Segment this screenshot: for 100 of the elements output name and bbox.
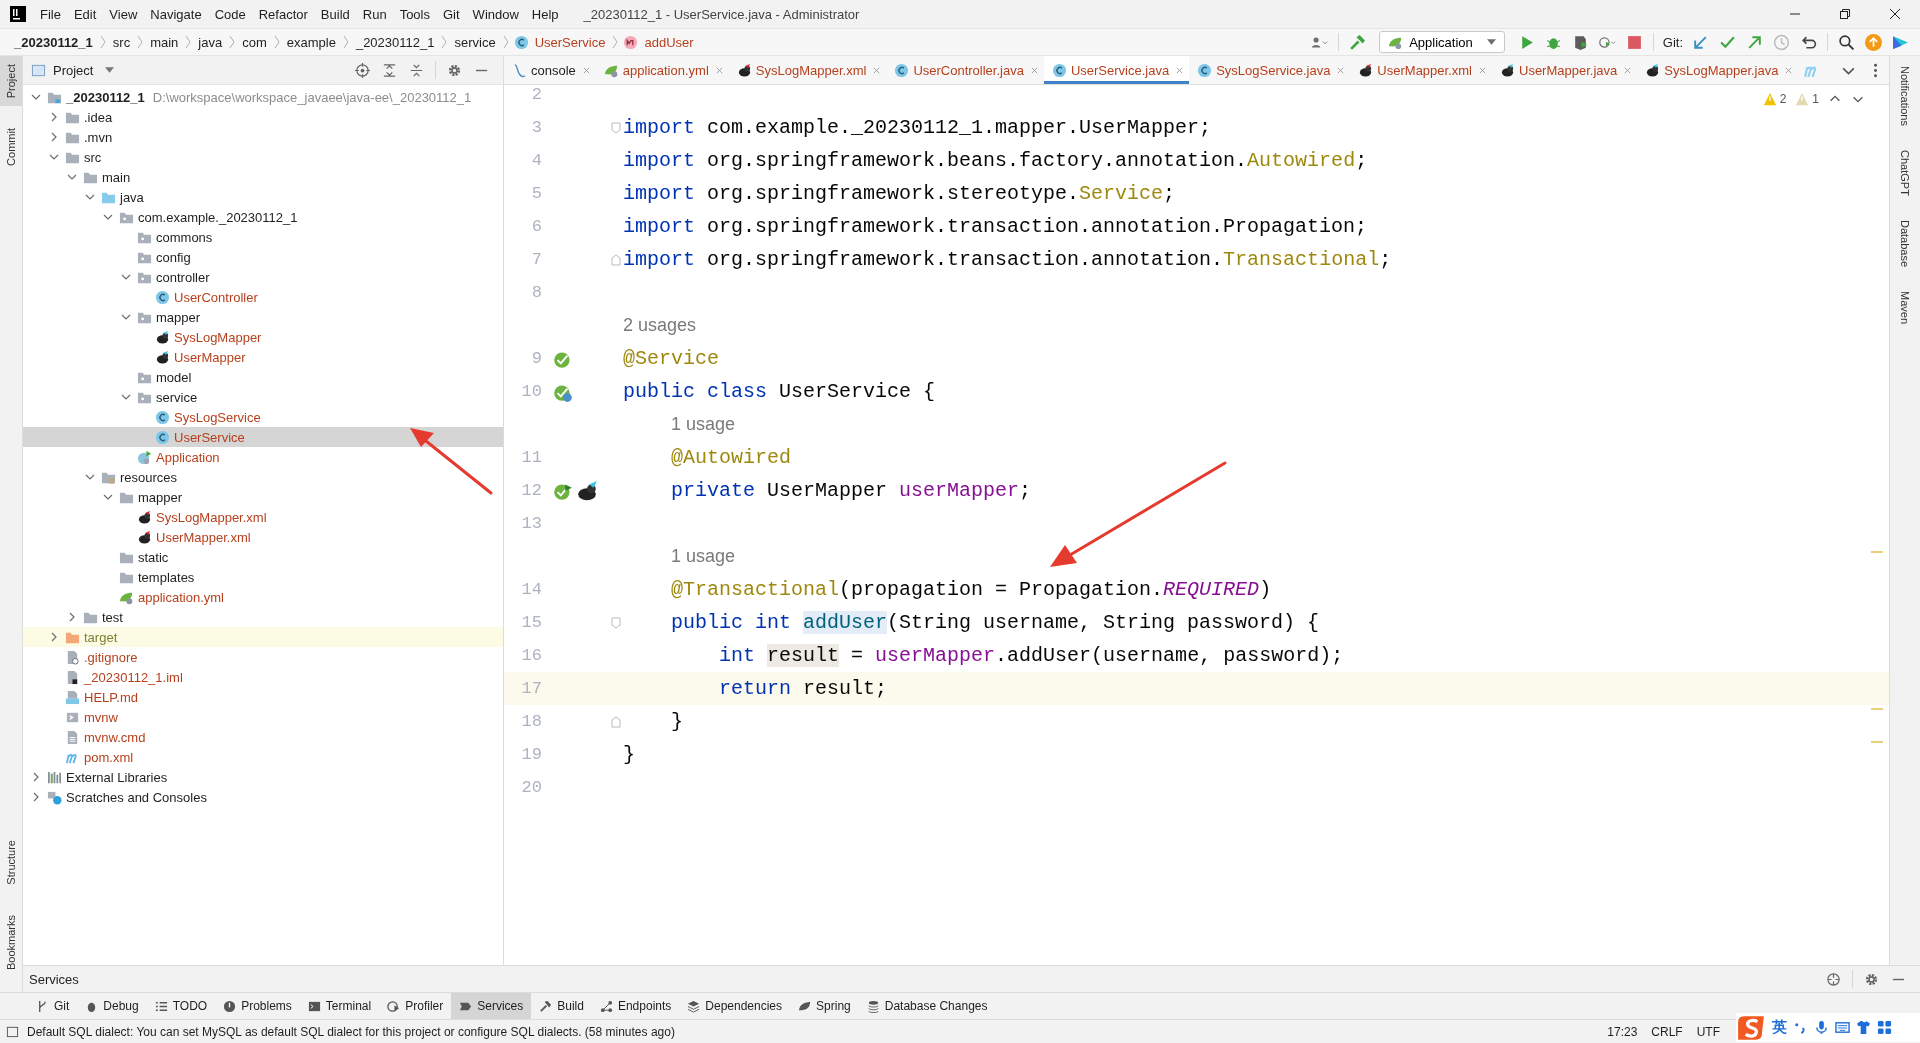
editor-tab[interactable]: SysLogService.java: [1189, 56, 1351, 84]
shirt-icon[interactable]: [1856, 1020, 1871, 1035]
microphone-icon[interactable]: [1814, 1020, 1829, 1035]
tool-window-tab[interactable]: Debug: [77, 993, 147, 1019]
tree-item[interactable]: _20230112_1.iml: [23, 667, 503, 687]
status-message[interactable]: Default SQL dialect: You can set MySQL as default SQL dialect for this project or configure SQL dialects. (58 minutes ago): [27, 1024, 675, 1039]
tool-window-tab[interactable]: Profiler: [379, 993, 452, 1019]
tool-window-tab[interactable]: Spring: [790, 993, 859, 1019]
tree-item[interactable]: Application: [23, 447, 503, 467]
fold-start-icon[interactable]: [610, 121, 621, 134]
file-encoding[interactable]: UTF: [1696, 1024, 1720, 1039]
tree-item[interactable]: java: [23, 187, 503, 207]
tool-window-button[interactable]: Notifications: [1899, 66, 1911, 128]
menu-item[interactable]: Run: [362, 6, 387, 22]
editor-tab[interactable]: console: [504, 56, 596, 84]
hammer-icon[interactable]: [1349, 33, 1367, 51]
tree-item[interactable]: HELP.md: [23, 687, 503, 707]
tree-item[interactable]: .idea: [23, 107, 503, 127]
editor-tab[interactable]: UserService.java: [1043, 56, 1190, 84]
panel-title[interactable]: Project: [53, 62, 94, 78]
tree-item[interactable]: .mvn: [23, 127, 503, 147]
keyboard-icon[interactable]: [1835, 1020, 1850, 1035]
tree-item[interactable]: controller: [23, 267, 503, 287]
tool-window-tab[interactable]: Endpoints: [591, 993, 680, 1019]
breadcrumb[interactable]: UserService: [534, 34, 606, 50]
tree-item[interactable]: UserMapper: [23, 347, 503, 367]
menu-item[interactable]: Window: [472, 6, 519, 22]
tree-item[interactable]: src: [23, 147, 503, 167]
chevron-down-icon[interactable]: [31, 92, 41, 102]
chevron-down-icon[interactable]: [121, 272, 131, 282]
tree-item[interactable]: pom.xml: [23, 747, 503, 767]
breadcrumb[interactable]: main: [150, 34, 179, 50]
grid-icon[interactable]: [1877, 1020, 1892, 1035]
menu-item[interactable]: Tools: [399, 6, 430, 22]
tool-window-button[interactable]: Commit: [0, 120, 22, 175]
tree-item[interactable]: UserMapper.xml: [23, 527, 503, 547]
tool-window-button[interactable]: Bookmarks: [0, 906, 22, 978]
weak-warning-count[interactable]: 1: [1812, 92, 1819, 106]
tool-window-button[interactable]: Maven: [1899, 290, 1911, 326]
chevron-down-icon[interactable]: [49, 152, 59, 162]
editor-tab[interactable]: application.yml: [595, 56, 729, 84]
chevron-down-icon[interactable]: [121, 392, 131, 402]
tree-item[interactable]: mvnw: [23, 707, 503, 727]
ime-language[interactable]: 英: [1772, 1018, 1787, 1037]
tool-window-tab[interactable]: Services: [451, 993, 532, 1019]
breadcrumb[interactable]: service: [454, 34, 496, 50]
toolbox-logo-icon[interactable]: [1892, 33, 1909, 51]
window-icon[interactable]: [6, 1025, 19, 1038]
tree-item[interactable]: model: [23, 367, 503, 387]
caret-icon[interactable]: [105, 67, 115, 73]
punctuation-icon[interactable]: [1793, 1020, 1808, 1035]
tree-item[interactable]: Scratches and Consoles: [23, 787, 503, 807]
expand-all-icon[interactable]: [382, 62, 397, 78]
tree-item[interactable]: application.yml: [23, 587, 503, 607]
tree-item[interactable]: test: [23, 607, 503, 627]
menu-item[interactable]: Refactor: [258, 6, 308, 22]
breadcrumb[interactable]: _20230112_1: [14, 34, 93, 50]
chevron-right-icon[interactable]: [49, 632, 59, 642]
menu-item[interactable]: View: [109, 6, 138, 22]
editor-tab[interactable]: SysLogMapper.java: [1637, 56, 1799, 84]
tree-item[interactable]: SysLogMapper.xml: [23, 507, 503, 527]
tree-item[interactable]: mapper: [23, 307, 503, 327]
tree-item[interactable]: static: [23, 547, 503, 567]
editor-tab[interactable]: SysLogMapper.xml: [728, 56, 887, 84]
usages-hint[interactable]: 2 usages: [623, 309, 697, 342]
tree-item[interactable]: UserService: [23, 427, 503, 447]
tree-item[interactable]: SysLogMapper: [23, 327, 503, 347]
tool-window-button[interactable]: Structure: [0, 832, 22, 893]
run-configuration-dropdown[interactable]: Application: [1379, 31, 1505, 53]
tool-window-button[interactable]: Database: [1899, 219, 1911, 269]
chevron-down-icon[interactable]: [85, 192, 95, 202]
tree-item[interactable]: target: [23, 627, 503, 647]
breadcrumb[interactable]: example: [286, 34, 336, 50]
usages-hint[interactable]: 1 usage: [671, 408, 736, 441]
stop-icon[interactable]: [1625, 33, 1643, 51]
tool-window-tab[interactable]: Terminal: [299, 993, 380, 1019]
tree-item[interactable]: com.example._20230112_1: [23, 207, 503, 227]
tree-item[interactable]: mapper: [23, 487, 503, 507]
locate-icon[interactable]: [1826, 971, 1841, 987]
tree-item[interactable]: main: [23, 167, 503, 187]
locate-icon[interactable]: [355, 62, 370, 78]
chevron-down-icon[interactable]: [121, 312, 131, 322]
tree-item[interactable]: resources: [23, 467, 503, 487]
breadcrumb[interactable]: _20230112_1: [355, 34, 435, 50]
tool-window-tab[interactable]: Dependencies: [679, 993, 791, 1019]
editor-tab[interactable]: UserMapper.java: [1492, 56, 1638, 84]
tool-window-tab[interactable]: TODO: [146, 993, 216, 1019]
arrow-up-right-icon[interactable]: [1746, 33, 1763, 51]
restore-icon[interactable]: [1839, 8, 1851, 20]
close-icon[interactable]: [1889, 8, 1901, 20]
collapse-all-icon[interactable]: [409, 62, 424, 78]
cursor-position[interactable]: 17:23: [1607, 1024, 1638, 1039]
settings-icon[interactable]: [1864, 971, 1879, 987]
chevron-down-icon[interactable]: [67, 172, 77, 182]
chevron-down-icon[interactable]: [103, 212, 113, 222]
breadcrumb[interactable]: addUser: [644, 34, 694, 50]
menu-item[interactable]: Code: [214, 6, 246, 22]
menu-item[interactable]: File: [40, 6, 61, 22]
tool-window-tab[interactable]: Problems: [215, 993, 300, 1019]
fold-start-icon[interactable]: [610, 616, 621, 629]
